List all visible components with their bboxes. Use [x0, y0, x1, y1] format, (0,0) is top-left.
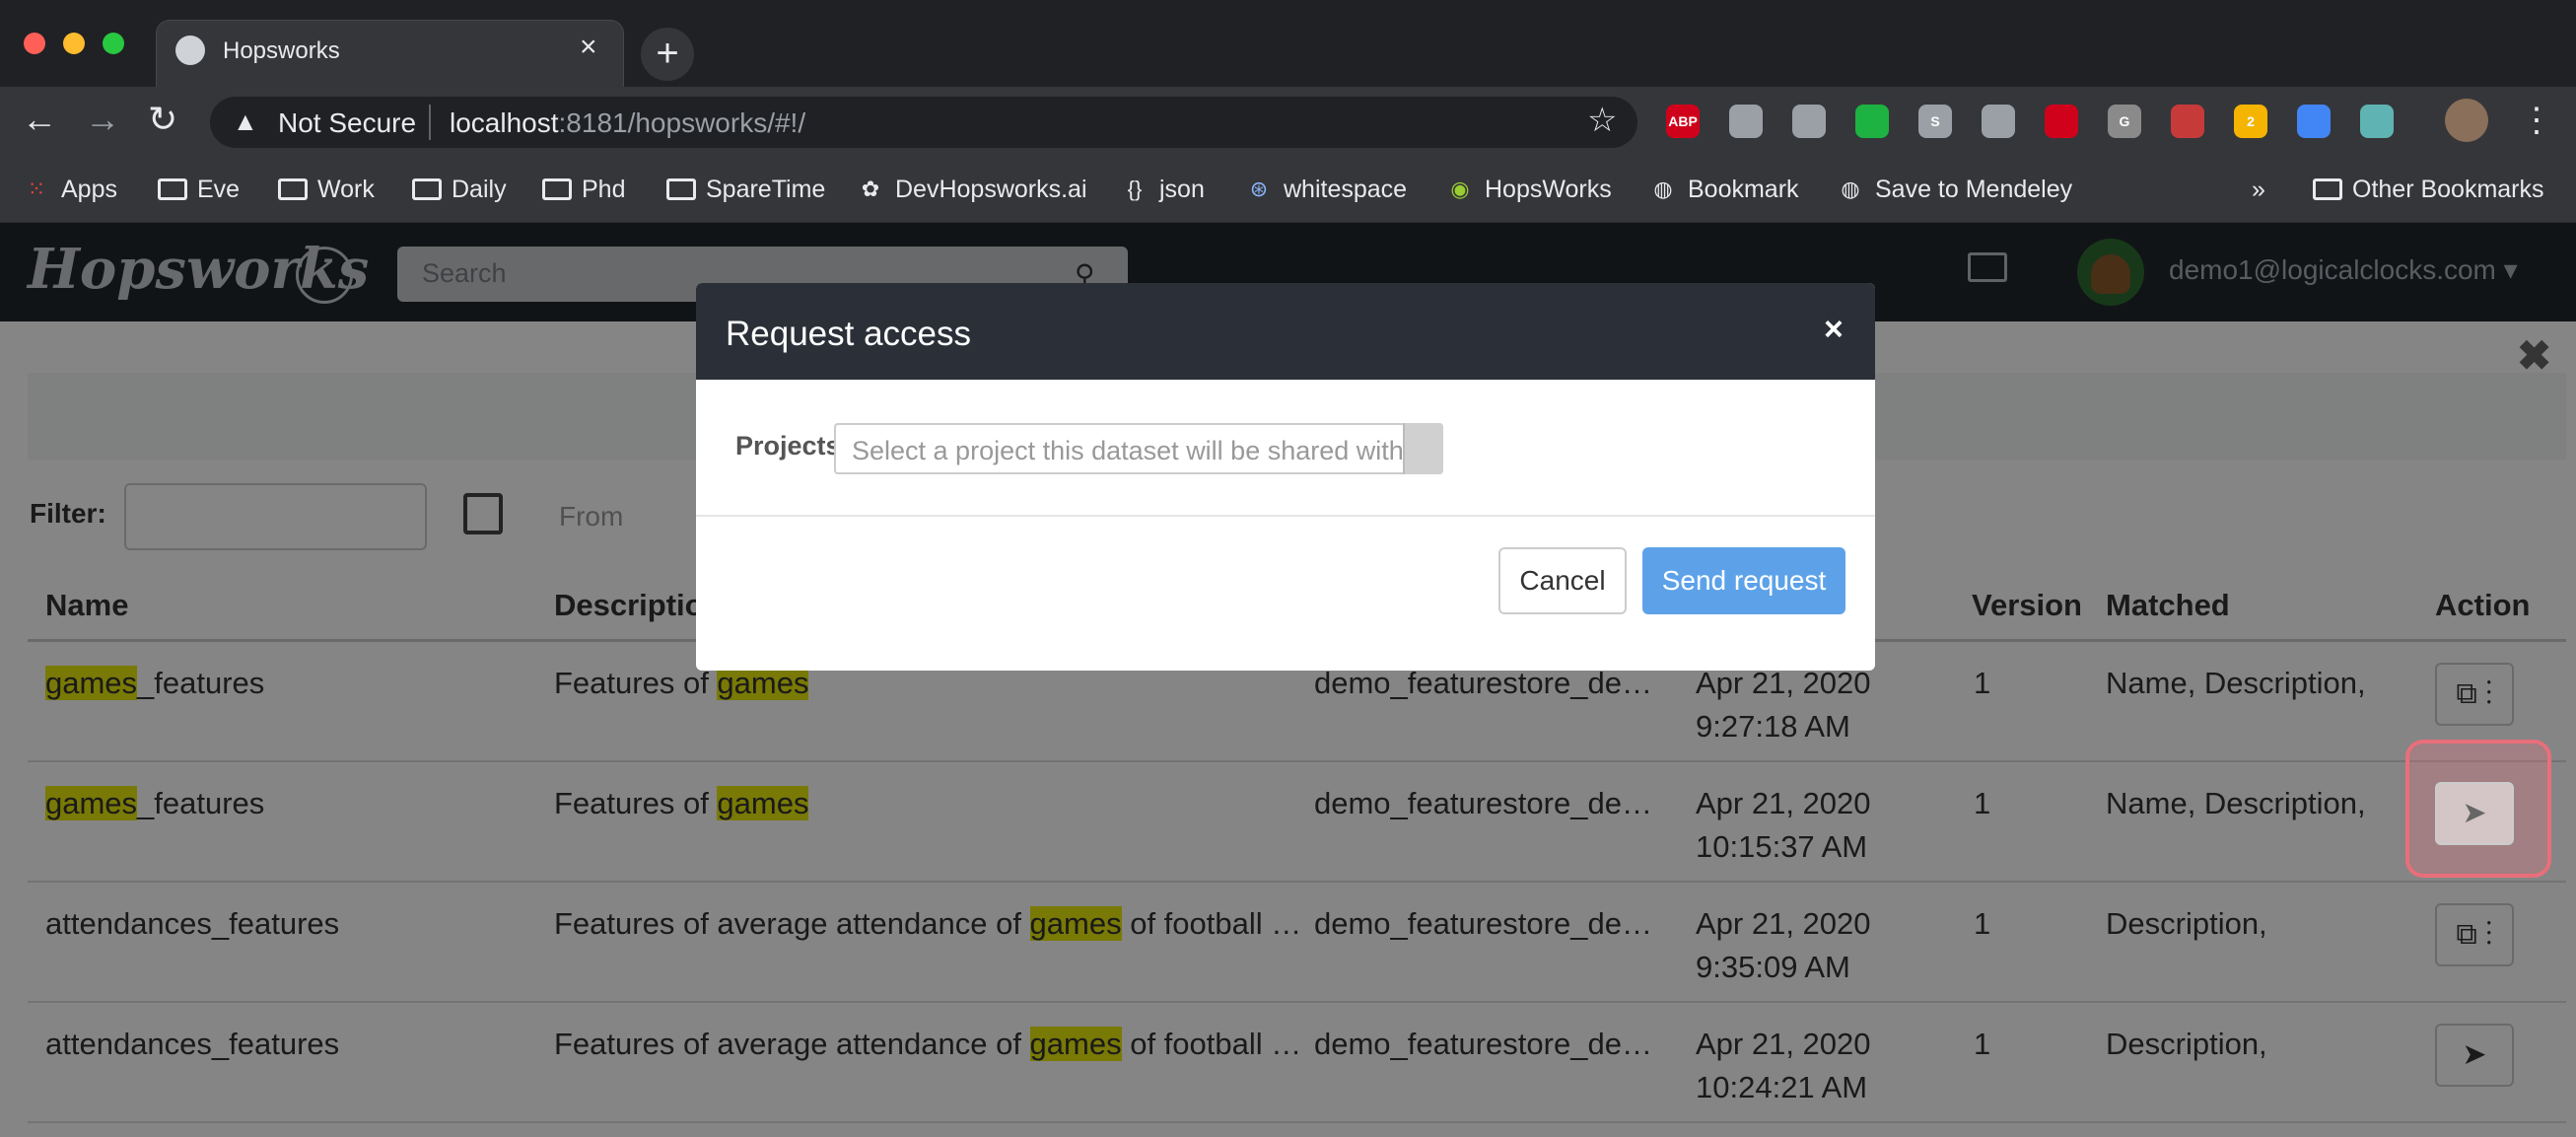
project-select-placeholder: Select a project this dataset will be sh…: [852, 436, 1404, 465]
mendeley-icon[interactable]: [2045, 105, 2078, 138]
bookmark-hopsworks[interactable]: ◉ HopsWorks: [1445, 170, 1612, 209]
bookmark-label: json: [1159, 176, 1205, 203]
folder-icon: [278, 178, 308, 200]
bookmark-apps[interactable]: ⁙ Apps: [22, 170, 117, 209]
bookmark-label: DevHopsworks.ai: [895, 176, 1087, 203]
bookmark-daily[interactable]: Daily: [412, 170, 507, 209]
bookmark-json[interactable]: {} json: [1120, 170, 1205, 209]
bookmark-star-icon[interactable]: ☆: [1587, 101, 1617, 140]
url-host: localhost: [450, 107, 559, 138]
select-toggle-button[interactable]: [1403, 423, 1443, 474]
notes-icon[interactable]: 2: [2234, 105, 2267, 138]
apps-grid-icon: ⁙: [27, 177, 46, 201]
lightbulb-icon[interactable]: [1982, 105, 2015, 138]
shield-icon[interactable]: [2297, 105, 2331, 138]
cancel-button[interactable]: Cancel: [1498, 547, 1627, 614]
minimize-window-button[interactable]: [63, 33, 85, 54]
bookmark-label: Eve: [197, 176, 241, 203]
tab-close-icon[interactable]: ×: [580, 33, 597, 62]
bookmark-whitespace[interactable]: ⊛ whitespace: [1244, 170, 1407, 209]
bookmark-label: Phd: [582, 176, 626, 203]
send-request-button[interactable]: Send request: [1642, 547, 1845, 614]
bookmark-sparetime[interactable]: SpareTime: [666, 170, 825, 209]
modal-divider: [696, 515, 1875, 517]
bookmark-label: HopsWorks: [1485, 176, 1612, 203]
bookmark-work[interactable]: Work: [278, 170, 375, 209]
other-bookmarks[interactable]: Other Bookmarks: [2313, 170, 2544, 209]
ufo-icon: ⊛: [1249, 177, 1269, 201]
bookmark-bookmark[interactable]: ◍ Bookmark: [1648, 170, 1799, 209]
bookmark-label: whitespace: [1284, 176, 1408, 203]
reload-icon[interactable]: ↻: [148, 99, 177, 140]
close-window-button[interactable]: [24, 33, 45, 54]
tab-title: Hopsworks: [223, 37, 340, 64]
grammar-icon[interactable]: G: [2108, 105, 2141, 138]
folder-icon: [666, 178, 696, 200]
maximize-window-button[interactable]: [103, 33, 124, 54]
new-tab-button[interactable]: +: [641, 28, 694, 81]
request-access-modal: Request access × Projects Select a proje…: [696, 283, 1875, 671]
url-text[interactable]: localhost:8181/hopsworks/#!/: [450, 107, 805, 139]
bookmark-label: Apps: [61, 176, 117, 203]
folder-icon: [412, 178, 442, 200]
profile-avatar[interactable]: [2445, 99, 2488, 142]
bookmarks-overflow-chevron-icon[interactable]: »: [2252, 170, 2265, 209]
url-path: :8181/hopsworks/#!/: [558, 107, 806, 138]
bookmark-devhopsworks[interactable]: ✿ DevHopsworks.ai: [856, 170, 1087, 209]
evernote-icon[interactable]: [1855, 105, 1889, 138]
braces-icon: {}: [1127, 177, 1143, 201]
bookmark-eve[interactable]: Eve: [158, 170, 240, 209]
globe-icon: ◍: [1653, 177, 1673, 201]
briefcase-icon[interactable]: [1729, 105, 1763, 138]
address-bar[interactable]: [210, 97, 1637, 148]
hop-icon: ✿: [861, 177, 880, 201]
address-divider: [429, 105, 431, 140]
back-arrow-icon[interactable]: ←: [22, 99, 57, 140]
skype-icon[interactable]: S: [1918, 105, 1952, 138]
globe-icon: ◍: [1841, 177, 1860, 201]
adblock-icon[interactable]: ABP: [1666, 105, 1700, 138]
bookmark-phd[interactable]: Phd: [542, 170, 625, 209]
browser-menu-icon[interactable]: ⋮: [2520, 101, 2553, 140]
bookmark-label: SpareTime: [706, 176, 826, 203]
dropbox-icon[interactable]: [1792, 105, 1826, 138]
folder-icon: [542, 178, 572, 200]
projects-label: Projects: [735, 431, 841, 461]
network-icon[interactable]: [2360, 105, 2394, 138]
bookmark-label: Work: [317, 176, 375, 203]
bookmark-mendeley[interactable]: ◍ Save to Mendeley: [1836, 170, 2072, 209]
bookmark-label: Daily: [452, 176, 507, 203]
hopsworks-favicon-icon: [175, 36, 205, 65]
modal-close-icon[interactable]: ×: [1824, 311, 1844, 349]
bookmark-label: Bookmark: [1688, 176, 1799, 203]
warning-icon[interactable]: ▲: [233, 107, 258, 137]
request-access-button[interactable]: ➤: [2435, 782, 2514, 845]
folder-icon: [158, 178, 187, 200]
folder-icon: [2313, 178, 2342, 200]
hopsworks-icon: ◉: [1450, 177, 1470, 201]
security-status[interactable]: Not Secure: [278, 107, 416, 139]
bookmark-label: Save to Mendeley: [1875, 176, 2073, 203]
tool-icon[interactable]: [2171, 105, 2204, 138]
bookmark-label: Other Bookmarks: [2352, 176, 2544, 203]
modal-title: Request access: [726, 315, 972, 353]
forward-arrow-icon[interactable]: →: [85, 99, 120, 140]
